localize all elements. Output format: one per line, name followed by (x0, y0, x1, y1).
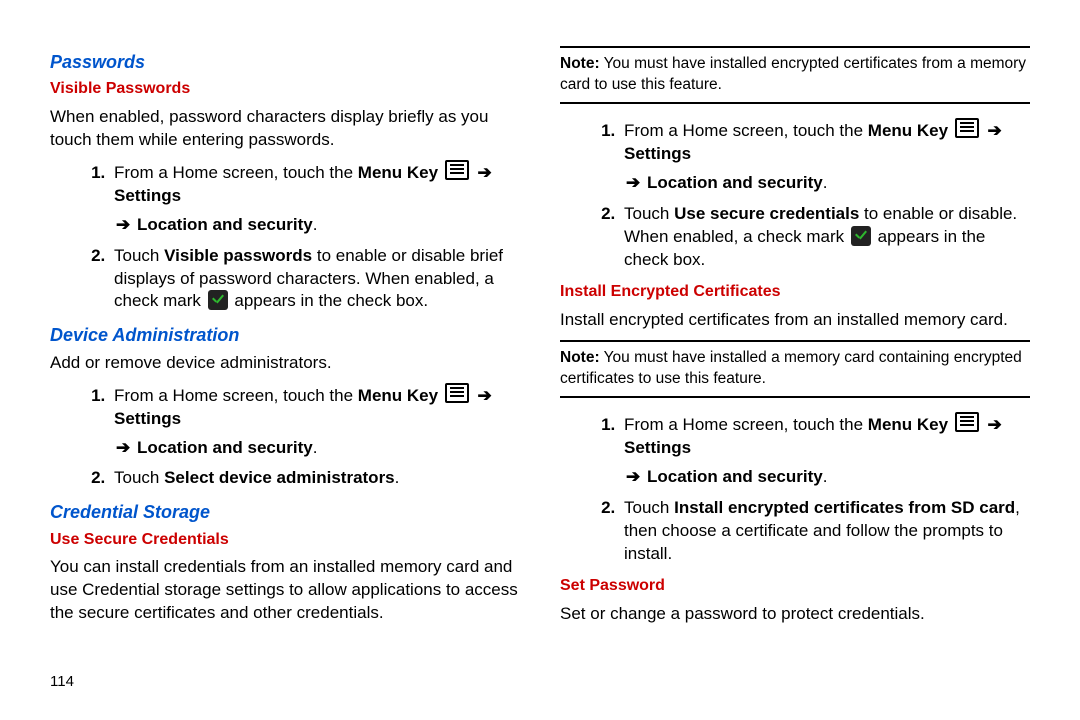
menu-key-icon (445, 383, 469, 403)
menu-key-label: Menu Key (868, 415, 948, 434)
arrow-icon: ➔ (624, 172, 642, 195)
visible-passwords-label: Visible passwords (164, 246, 312, 265)
location-security-label: Location and security (647, 467, 823, 486)
set-pw-desc: Set or change a password to protect cred… (560, 603, 1030, 626)
subsection-use-secure-credentials: Use Secure Credentials (50, 529, 520, 551)
menu-key-icon (955, 412, 979, 432)
location-security-label: Location and security (137, 215, 313, 234)
manual-page: Passwords Visible Passwords When enabled… (0, 0, 1080, 720)
visible-passwords-steps: From a Home screen, touch the Menu Key ➔… (50, 160, 520, 314)
arrow-icon: ➔ (476, 162, 494, 185)
arrow-icon: ➔ (624, 466, 642, 489)
location-security-label: Location and security (647, 173, 823, 192)
menu-key-label: Menu Key (868, 121, 948, 140)
subsection-visible-passwords: Visible Passwords (50, 78, 520, 100)
step: Touch Visible passwords to enable or dis… (110, 245, 520, 314)
section-passwords: Passwords (50, 50, 520, 74)
arrow-icon: ➔ (114, 437, 132, 460)
select-device-admins-label: Select device administrators (164, 468, 395, 487)
note-install-enc: Note: You must have installed a memory c… (560, 340, 1030, 398)
step: Touch Select device administrators. (110, 467, 520, 490)
checkmark-icon (208, 290, 228, 310)
subsection-install-encrypted: Install Encrypted Certificates (560, 281, 1030, 303)
menu-key-label: Menu Key (358, 386, 438, 405)
step: Touch Install encrypted certificates fro… (620, 497, 1030, 566)
text: From a Home screen, touch the (624, 121, 868, 140)
note-text: You must have installed a memory card co… (560, 349, 1022, 387)
settings-label: Settings (114, 186, 181, 205)
install-encrypted-label: Install encrypted certificates from SD c… (674, 498, 1015, 517)
note-use-secure: Note: You must have installed encrypted … (560, 46, 1030, 104)
arrow-icon: ➔ (476, 385, 494, 408)
visible-passwords-desc: When enabled, password characters displa… (50, 106, 520, 152)
menu-key-icon (955, 118, 979, 138)
settings-label: Settings (624, 438, 691, 457)
step: From a Home screen, touch the Menu Key ➔… (110, 160, 520, 237)
menu-key-icon (445, 160, 469, 180)
note-text: You must have installed encrypted certif… (560, 55, 1026, 93)
location-security-label: Location and security (137, 438, 313, 457)
arrow-icon: ➔ (114, 214, 132, 237)
note-label: Note: (560, 55, 600, 72)
use-secure-steps: From a Home screen, touch the Menu Key ➔… (560, 118, 1030, 272)
step: Touch Use secure credentials to enable o… (620, 203, 1030, 272)
note-label: Note: (560, 349, 600, 366)
install-enc-desc: Install encrypted certificates from an i… (560, 309, 1030, 332)
text: Touch (114, 468, 164, 487)
section-device-admin: Device Administration (50, 323, 520, 347)
text: Touch (624, 498, 674, 517)
arrow-icon: ➔ (986, 414, 1004, 437)
arrow-icon: ➔ (986, 120, 1004, 143)
text: Touch (624, 204, 674, 223)
section-credential-storage: Credential Storage (50, 500, 520, 524)
menu-key-label: Menu Key (358, 163, 438, 182)
text: . (395, 468, 400, 487)
text: From a Home screen, touch the (114, 386, 358, 405)
settings-label: Settings (624, 144, 691, 163)
subsection-set-password: Set Password (560, 575, 1030, 597)
settings-label: Settings (114, 409, 181, 428)
install-enc-steps: From a Home screen, touch the Menu Key ➔… (560, 412, 1030, 566)
text: appears in the check box. (234, 291, 428, 310)
text: Touch (114, 246, 164, 265)
step: From a Home screen, touch the Menu Key ➔… (620, 412, 1030, 489)
checkmark-icon (851, 226, 871, 246)
device-admin-steps: From a Home screen, touch the Menu Key ➔… (50, 383, 520, 491)
device-admin-desc: Add or remove device administrators. (50, 352, 520, 375)
use-secure-credentials-label: Use secure credentials (674, 204, 859, 223)
step: From a Home screen, touch the Menu Key ➔… (620, 118, 1030, 195)
use-secure-desc: You can install credentials from an inst… (50, 556, 520, 625)
set-pw-steps: From a Home screen, touch the Menu Key ➔… (1070, 40, 1080, 148)
page-number: 114 (50, 673, 74, 690)
step: From a Home screen, touch the Menu Key ➔… (110, 383, 520, 460)
text: From a Home screen, touch the (114, 163, 358, 182)
text: From a Home screen, touch the (624, 415, 868, 434)
